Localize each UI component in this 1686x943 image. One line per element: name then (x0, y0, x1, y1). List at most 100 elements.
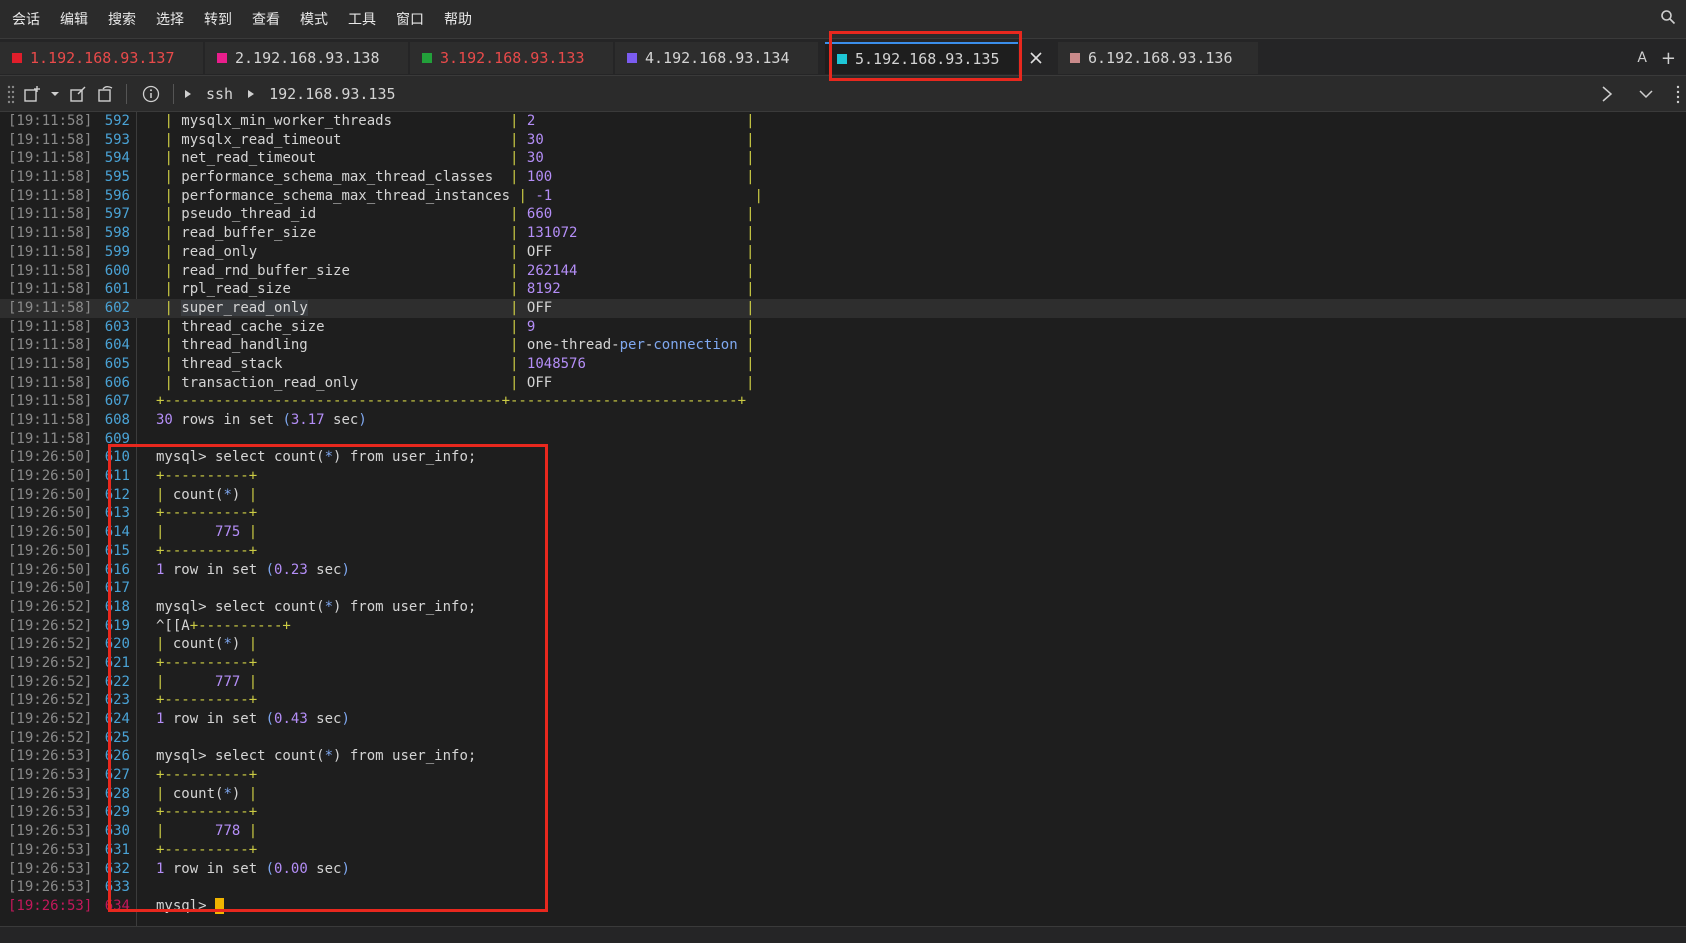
line-text: | thread_handling | one-thread-per-conne… (164, 337, 755, 354)
font-size-button[interactable]: A (1637, 50, 1647, 66)
line-timestamp: [19:26:50] (8, 505, 93, 522)
terminal-line: [19:11:58] 604 | thread_handling | one-th… (0, 336, 1686, 355)
line-timestamp: [19:26:52] (8, 729, 93, 746)
menu-edit[interactable]: 编辑 (48, 9, 96, 29)
line-number: 614 (104, 524, 130, 541)
menu-view[interactable]: 查看 (240, 9, 288, 29)
line-text: | pseudo_thread_id | 660 | (164, 206, 755, 223)
line-timestamp: [19:26:50] (8, 561, 93, 578)
line-text: mysql> select count(*) from user_info; (156, 449, 477, 466)
terminal-output[interactable]: [19:11:58] 592 | mysqlx_min_worker_thread… (0, 112, 1686, 926)
breadcrumb-host[interactable]: 192.168.93.135 (269, 85, 395, 103)
toolbar-divider (173, 83, 174, 104)
line-timestamp: [19:11:58] (8, 150, 93, 167)
line-timestamp: [19:11:58] (8, 262, 93, 279)
line-text: | thread_cache_size | 9 | (164, 318, 755, 335)
line-number: 630 (104, 823, 130, 840)
line-text: +---------------------------------------… (156, 393, 747, 410)
close-icon (1030, 52, 1042, 64)
line-timestamp: [19:11:58] (8, 430, 93, 447)
menu-help[interactable]: 帮助 (432, 9, 480, 29)
menu-window[interactable]: 窗口 (384, 9, 432, 29)
line-text: | count(*) | (156, 486, 258, 503)
terminal-line: [19:26:53] 632 1 row in set (0.00 sec) (0, 860, 1686, 879)
line-number: 594 (104, 150, 130, 167)
line-timestamp: [19:26:53] (8, 767, 93, 784)
line-timestamp: [19:11:58] (8, 299, 93, 316)
line-text: 1 row in set (0.23 sec) (156, 561, 350, 578)
session-dropdown-button[interactable] (48, 82, 62, 106)
line-timestamp: [19:11:58] (8, 243, 93, 260)
line-number: 607 (104, 393, 130, 410)
line-text: +----------+ (156, 505, 258, 522)
line-timestamp: [19:26:52] (8, 636, 93, 653)
close-tab-button[interactable] (1018, 42, 1054, 74)
menu-select[interactable]: 选择 (144, 9, 192, 29)
line-text: ^[[A+----------+ (156, 617, 291, 634)
menu-goto[interactable]: 转到 (192, 9, 240, 29)
terminal-line: [19:26:50] 612 | count(*) | (0, 486, 1686, 505)
session-tab-3[interactable]: 3.192.168.93.133 (410, 42, 613, 74)
menu-mode[interactable]: 模式 (288, 9, 336, 29)
terminal-line: [19:26:53] 627 +----------+ (0, 766, 1686, 785)
breadcrumb-arrow-icon (248, 89, 255, 98)
more-options-icon[interactable] (1674, 82, 1682, 106)
terminal-cursor (215, 897, 225, 914)
line-text: | read_only | OFF | (164, 243, 755, 260)
line-timestamp: [19:26:53] (8, 841, 93, 858)
line-number: 618 (104, 598, 130, 615)
line-number: 601 (104, 281, 130, 298)
terminal-line: [19:11:58] 595 | performance_schema_max_t… (0, 168, 1686, 187)
line-number: 611 (104, 468, 130, 485)
chevron-down-icon (51, 91, 59, 96)
drag-handle-icon[interactable] (6, 82, 16, 106)
tab-label: 5.192.168.93.135 (855, 50, 1000, 68)
session-toolbar: ssh 192.168.93.135 (0, 76, 1686, 112)
session-tab-2[interactable]: 2.192.168.93.138 (205, 42, 408, 74)
line-number: 612 (104, 486, 130, 503)
terminal-line: [19:26:53] 626 mysql> select count(*) from… (0, 747, 1686, 766)
line-timestamp: [19:11:58] (8, 187, 93, 204)
session-tab-6[interactable]: 6.192.168.93.136 (1058, 42, 1258, 74)
line-text: +----------+ (156, 468, 258, 485)
line-number: 617 (104, 580, 130, 597)
line-text: mysql> select count(*) from user_info; (156, 598, 477, 615)
chevron-down-icon[interactable] (1638, 88, 1654, 100)
new-tab-button[interactable]: + (1661, 48, 1676, 69)
breadcrumb-protocol[interactable]: ssh (206, 85, 233, 103)
line-number: 602 (104, 299, 130, 316)
tab-label: 2.192.168.93.138 (235, 49, 380, 67)
tab-label: 3.192.168.93.133 (440, 49, 585, 67)
breadcrumb-arrow-icon (185, 89, 191, 98)
line-timestamp: [19:26:52] (8, 673, 93, 690)
line-text: | read_rnd_buffer_size | 262144 | (164, 262, 755, 279)
menu-tools[interactable]: 工具 (336, 9, 384, 29)
terminal-line: [19:26:52] 620 | count(*) | (0, 635, 1686, 654)
menu-session[interactable]: 会话 (0, 9, 48, 29)
line-text: +----------+ (156, 542, 258, 559)
line-timestamp: [19:11:58] (8, 281, 93, 298)
terminal-line: [19:26:53] 634 mysql> (0, 897, 1686, 916)
line-text: | mysqlx_read_timeout | 30 | (164, 131, 755, 148)
session-info-button[interactable] (139, 82, 163, 106)
line-timestamp: [19:11:58] (8, 393, 93, 410)
new-session-button[interactable] (20, 82, 44, 106)
menu-search[interactable]: 搜索 (96, 9, 144, 29)
session-tab-1[interactable]: 1.192.168.93.137 (0, 42, 203, 74)
line-number: 592 (104, 113, 130, 129)
chevron-right-icon[interactable] (1600, 85, 1614, 103)
line-number: 613 (104, 505, 130, 522)
terminal-line: [19:26:52] 624 1 row in set (0.43 sec) (0, 710, 1686, 729)
line-text: | super_read_only | OFF | (164, 299, 755, 316)
line-number: 609 (104, 430, 130, 447)
line-timestamp: [19:11:58] (8, 113, 93, 129)
session-tab-4[interactable]: 4.192.168.93.134 (615, 42, 818, 74)
line-text: | thread_stack | 1048576 | (164, 355, 755, 372)
line-timestamp: [19:11:58] (8, 206, 93, 223)
search-icon[interactable] (1660, 9, 1676, 25)
line-text: 30 rows in set (3.17 sec) (156, 412, 367, 428)
open-session-button[interactable] (66, 82, 90, 106)
session-tab-5[interactable]: 5.192.168.93.135 (825, 42, 1018, 74)
line-text: | read_buffer_size | 131072 | (164, 225, 755, 242)
duplicate-session-button[interactable] (94, 82, 118, 106)
